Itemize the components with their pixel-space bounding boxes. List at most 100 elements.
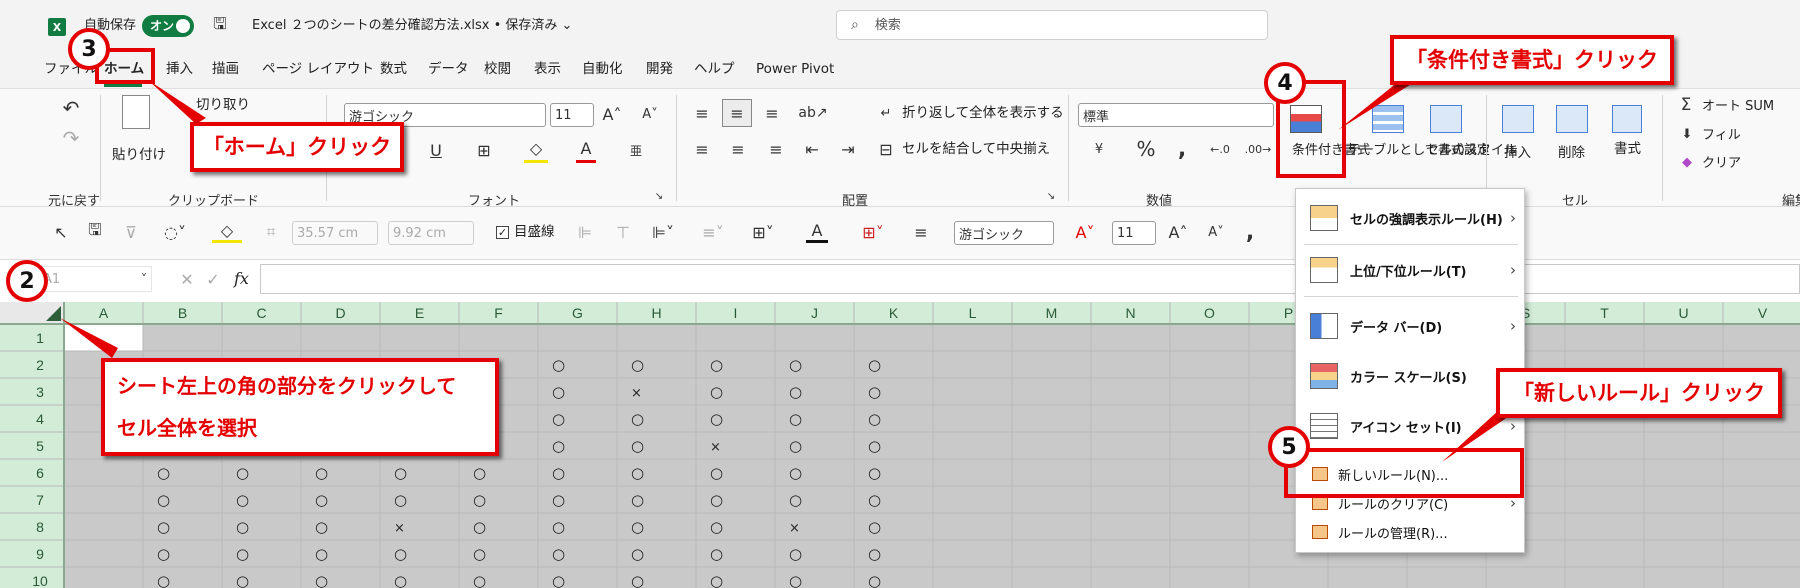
wrap-text-label[interactable]: 折り返して全体を表示する: [902, 106, 1064, 121]
confirm-entry-icon[interactable]: ✓: [204, 270, 222, 289]
gridlines-label[interactable]: 目盛線: [514, 225, 555, 240]
line-style-icon[interactable]: ≡˅: [698, 221, 728, 243]
font-launcher-icon[interactable]: ↘: [652, 189, 666, 203]
decrease-decimal-icon[interactable]: .00→: [1244, 137, 1272, 161]
increase-decimal-icon[interactable]: ←.0: [1206, 137, 1234, 161]
increase-indent-icon[interactable]: ⇥: [836, 137, 860, 161]
tab-review[interactable]: 校閲: [484, 62, 511, 77]
comma-icon[interactable]: ,: [1172, 137, 1192, 162]
align-top-shapes-icon[interactable]: ⊤: [612, 221, 634, 243]
autosum-icon[interactable]: Σ: [1676, 95, 1696, 115]
font-color-icon[interactable]: A: [576, 137, 596, 163]
delete-cells-icon[interactable]: [1556, 105, 1588, 133]
formula-input[interactable]: [260, 264, 1800, 294]
fill-color-icon[interactable]: ◇: [524, 137, 548, 163]
clear-icon[interactable]: ◆: [1678, 153, 1696, 171]
menu-top-bottom-rules[interactable]: 上位/下位ルール(T) ›: [1296, 249, 1526, 291]
fill-label[interactable]: フィル: [1702, 129, 1741, 142]
autosave-toggle[interactable]: オン: [142, 15, 194, 37]
clear-label[interactable]: クリア: [1702, 157, 1741, 170]
delete-cells-label[interactable]: 削除: [1558, 146, 1585, 161]
tab-view[interactable]: 表示: [534, 62, 561, 77]
cell-styles-icon[interactable]: [1430, 105, 1462, 133]
insert-cells-icon[interactable]: [1502, 105, 1534, 133]
paste-icon[interactable]: [122, 95, 150, 129]
menu-color-scales[interactable]: カラー スケール(S): [1296, 355, 1526, 397]
tab-insert[interactable]: 挿入: [166, 62, 193, 77]
text-color-icon[interactable]: A: [806, 221, 828, 243]
insert-function-icon[interactable]: fx: [234, 271, 249, 287]
align-middle-icon[interactable]: ≡: [722, 99, 752, 127]
qat-font-color-icon[interactable]: A˅: [1070, 221, 1100, 243]
document-title[interactable]: Excel ２つのシートの差分確認方法.xlsx • 保存済み ⌄: [252, 19, 572, 32]
cell-value: ○: [631, 356, 644, 374]
grow-font-icon[interactable]: A˄: [600, 101, 624, 127]
align-shapes-icon[interactable]: ⊫: [574, 221, 596, 243]
tab-draw[interactable]: 描画: [212, 62, 239, 77]
redo-icon[interactable]: ↷: [58, 125, 84, 151]
search-box[interactable]: ⌕ 検索: [836, 10, 1268, 40]
tab-data[interactable]: データ: [428, 62, 469, 77]
tab-power-pivot[interactable]: Power Pivot: [756, 62, 834, 77]
qat-shrink-font-icon[interactable]: A˅: [1204, 221, 1228, 243]
autosum-label[interactable]: オート SUM: [1702, 100, 1774, 113]
merge-icon[interactable]: ⊟: [876, 137, 896, 161]
number-format-combo[interactable]: 標準: [1078, 103, 1274, 127]
percent-icon[interactable]: %: [1134, 137, 1158, 161]
group-icon[interactable]: ⊞˅: [748, 221, 778, 243]
phonetic-icon[interactable]: 亜: [626, 137, 646, 163]
shape-fill-icon[interactable]: ◌˅: [160, 221, 190, 243]
menu-data-bars[interactable]: データ バー(D) ›: [1296, 305, 1526, 347]
fill-icon[interactable]: ⬇: [1678, 125, 1696, 143]
format-cells-label[interactable]: 書式: [1614, 142, 1641, 157]
gridlines-checkbox[interactable]: ✓: [496, 226, 509, 239]
wrap-text-icon[interactable]: ↵: [876, 101, 896, 125]
decrease-indent-icon[interactable]: ⇤: [800, 137, 824, 161]
align-right-icon[interactable]: ≡: [764, 137, 788, 161]
highlight-fill-icon[interactable]: ◇: [212, 221, 242, 243]
underline-icon[interactable]: U: [426, 137, 446, 163]
height-combo[interactable]: 9.92 cm: [388, 221, 474, 245]
merge-label[interactable]: セルを結合して中央揃え: [902, 142, 1050, 157]
shrink-font-icon[interactable]: A˅: [638, 101, 662, 127]
cancel-entry-icon[interactable]: ✕: [178, 270, 196, 289]
qat-font-combo[interactable]: 游ゴシック: [954, 221, 1054, 245]
menu-manage-rules[interactable]: ルールの管理(R)...: [1296, 517, 1526, 547]
qat-comma-icon[interactable]: ,: [1240, 220, 1260, 245]
border-color-icon[interactable]: ⊞˅: [858, 221, 888, 243]
tab-developer[interactable]: 開発: [646, 62, 673, 77]
tab-automate[interactable]: 自動化: [582, 62, 623, 77]
name-box[interactable]: A1: [32, 266, 152, 292]
tab-help[interactable]: ヘルプ: [694, 62, 735, 77]
font-size-combo[interactable]: 11: [550, 103, 594, 127]
tab-page-layout[interactable]: ページ レイアウト: [262, 62, 374, 77]
arrange-icon[interactable]: ⊫˅: [648, 221, 678, 243]
width-combo[interactable]: 35.57 cm: [292, 221, 378, 245]
align-left-icon[interactable]: ≡: [690, 137, 714, 161]
shape-save-icon[interactable]: 🖫: [84, 220, 106, 243]
align-top-icon[interactable]: ≡: [690, 101, 714, 125]
orientation-icon[interactable]: ab↗: [798, 101, 828, 125]
menu-icon-sets[interactable]: アイコン セット(I) ›: [1296, 405, 1526, 447]
crop-icon[interactable]: ⌗: [260, 221, 282, 243]
insert-cells-label[interactable]: 挿入: [1504, 146, 1531, 161]
paste-label[interactable]: 貼り付け: [112, 148, 166, 163]
align-center-icon[interactable]: ≡: [726, 137, 750, 161]
filter-icon[interactable]: ⊽: [120, 221, 142, 243]
accounting-icon[interactable]: ¥: [1086, 137, 1112, 161]
borders-icon[interactable]: ⊞: [474, 137, 494, 163]
qat-font-size-combo[interactable]: 11: [1112, 221, 1156, 245]
name-box-chevron-icon[interactable]: ˅: [138, 270, 150, 288]
save-icon[interactable]: 🖫: [208, 14, 232, 38]
text-align-icon[interactable]: ≡: [910, 221, 932, 243]
menu-highlight-rules[interactable]: セルの強調表示ルール(H) ›: [1296, 197, 1526, 239]
format-as-table-icon[interactable]: [1372, 105, 1404, 133]
cut-label[interactable]: 切り取り: [196, 98, 250, 113]
select-pointer-icon[interactable]: ↖: [50, 221, 72, 243]
undo-icon[interactable]: ↶: [58, 95, 84, 121]
align-bottom-icon[interactable]: ≡: [760, 101, 784, 125]
align-launcher-icon[interactable]: ↘: [1044, 189, 1058, 203]
qat-grow-font-icon[interactable]: A˄: [1166, 221, 1190, 243]
format-cells-icon[interactable]: [1612, 105, 1642, 133]
tab-formulas[interactable]: 数式: [380, 62, 407, 77]
